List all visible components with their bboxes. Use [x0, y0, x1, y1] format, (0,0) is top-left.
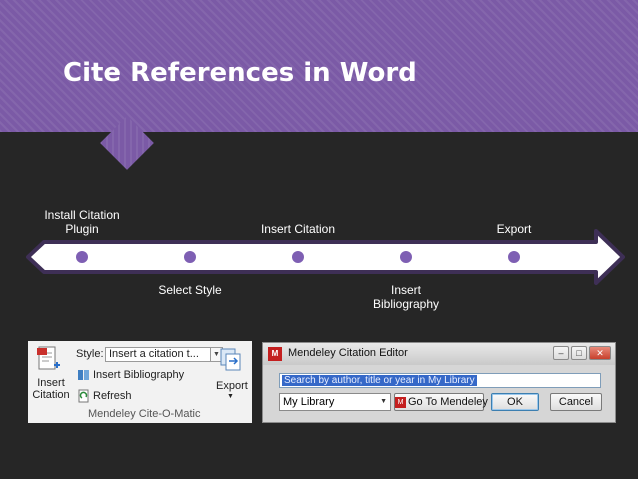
timeline-dot-install [76, 251, 88, 263]
export-dropdown-icon[interactable]: ▼ [227, 393, 234, 400]
minimize-button[interactable]: – [553, 346, 569, 360]
refresh-button[interactable]: Refresh [93, 390, 132, 402]
step-install-line1: Install Citation [44, 208, 120, 222]
insert-citation-label-1: Insert [37, 377, 65, 389]
step-insert-citation: Insert Citation [260, 222, 336, 236]
step-bibliography-line2: Bibliography [372, 297, 440, 311]
refresh-icon [78, 389, 89, 403]
cancel-button[interactable]: Cancel [550, 393, 602, 411]
timeline-dot-insert-citation [292, 251, 304, 263]
step-insert-bibliography: Insert Bibliography [356, 283, 456, 311]
go-to-mendeley-label: Go To Mendeley [408, 396, 488, 408]
step-bibliography-line1: Insert [390, 283, 421, 297]
maximize-button[interactable]: □ [571, 346, 587, 360]
export-button[interactable]: Export [216, 380, 248, 392]
word-ribbon-group: Insert Citation Style: Insert a citation… [28, 341, 252, 423]
library-select-value: My Library [283, 396, 335, 408]
insert-citation-icon [37, 346, 60, 370]
citation-editor-dialog: M Mendeley Citation Editor – □ ✕ Search … [262, 342, 616, 423]
insert-citation-button[interactable]: Insert Citation [30, 377, 72, 401]
step-install-line2: Plugin [65, 222, 99, 236]
timeline-arrow-body [26, 229, 625, 285]
citation-style-select[interactable]: Insert a citation t... [105, 347, 211, 362]
library-select[interactable]: My Library ▼ [279, 393, 391, 411]
insert-bibliography-button[interactable]: Insert Bibliography [93, 369, 184, 381]
step-export: Export [496, 222, 532, 236]
slide-title: Cite References in Word [63, 58, 417, 88]
dialog-title: Mendeley Citation Editor [288, 347, 408, 359]
ok-button[interactable]: OK [491, 393, 539, 411]
timeline-dot-select-style [184, 251, 196, 263]
search-input-text: Search by author, title or year in My Li… [282, 375, 477, 386]
chevron-down-icon: ▼ [380, 398, 387, 405]
export-icon [220, 348, 241, 371]
bibliography-icon [78, 370, 89, 380]
timeline-dot-export [508, 251, 520, 263]
ribbon-group-label: Mendeley Cite-O-Matic [88, 408, 201, 420]
citation-search-input[interactable]: Search by author, title or year in My Li… [279, 373, 601, 388]
go-to-mendeley-button[interactable]: M Go To Mendeley [394, 393, 488, 411]
timeline-dot-insert-bibliography [400, 251, 412, 263]
dialog-titlebar[interactable]: M Mendeley Citation Editor – □ ✕ [263, 343, 615, 365]
step-install-plugin: Install Citation Plugin [34, 208, 130, 236]
style-label: Style: [76, 348, 104, 360]
insert-citation-label-2: Citation [32, 389, 70, 401]
step-select-style: Select Style [158, 283, 222, 297]
close-button[interactable]: ✕ [589, 346, 611, 360]
mendeley-logo-icon: M [395, 396, 406, 408]
mendeley-logo-icon: M [268, 347, 282, 361]
